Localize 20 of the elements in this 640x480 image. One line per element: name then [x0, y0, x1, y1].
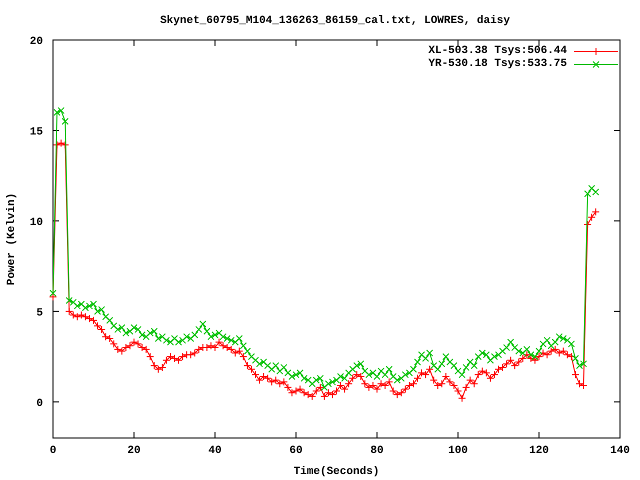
- x-tick-label: 140: [610, 445, 630, 457]
- legend-label: XL-503.38 Tsys:506.44: [428, 45, 567, 58]
- x-tick-label: 20: [127, 445, 141, 457]
- y-tick-label: 0: [36, 398, 43, 410]
- y-tick-label: 5: [36, 307, 43, 320]
- x-axis-label: Time(Seconds): [294, 466, 380, 478]
- x-tick-label: 0: [50, 445, 56, 457]
- y-tick-label: 10: [30, 216, 43, 229]
- x-tick-label: 100: [448, 445, 468, 457]
- x-tick-label: 120: [529, 445, 549, 457]
- x-tick-label: 80: [370, 445, 384, 457]
- legend-key: [574, 47, 618, 56]
- x-tick-label: 60: [289, 445, 303, 457]
- y-tick-label: 20: [30, 36, 43, 48]
- legend-label: YR-530.18 Tsys:533.75: [428, 58, 567, 71]
- legend-key: [574, 60, 618, 69]
- x-tick-label: 40: [208, 445, 222, 457]
- y-axis-label: Power (Kelvin): [6, 192, 18, 286]
- y-tick-label: 15: [30, 126, 43, 138]
- chart-title: Skynet_60795_M104_136263_86159_cal.txt, LOWRES, daisy: [160, 15, 510, 27]
